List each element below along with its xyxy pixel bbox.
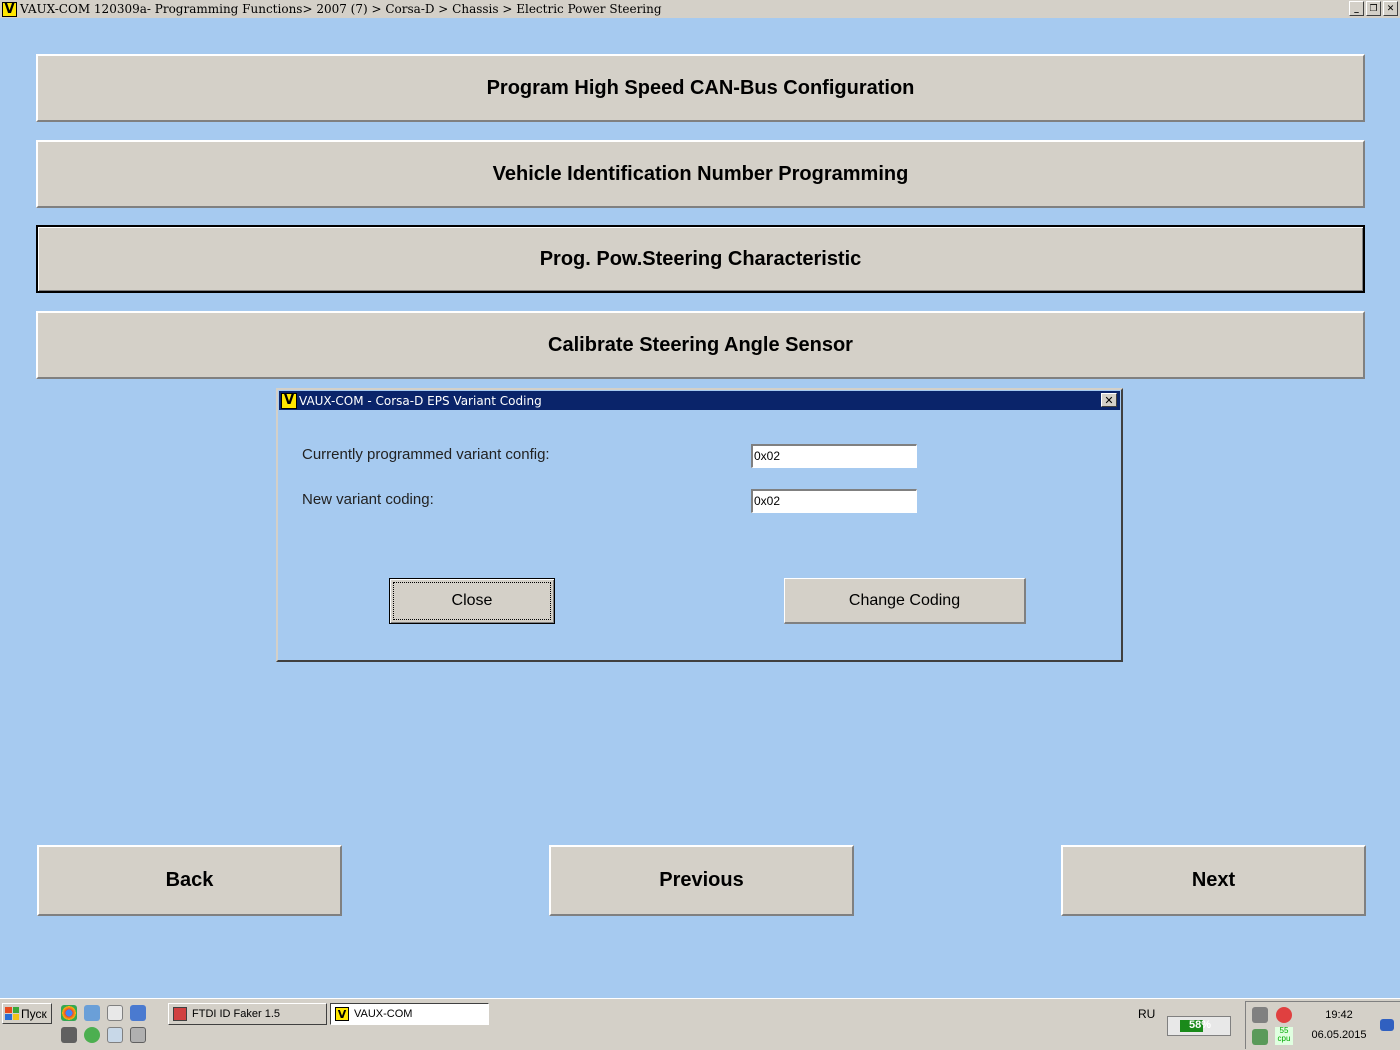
- vauxcom-logo-icon: V: [2, 1, 17, 17]
- cpu-label: cpu: [1277, 1034, 1291, 1043]
- dialog-title-bar[interactable]: V VAUX-COM - Corsa-D EPS Variant Coding …: [279, 391, 1120, 410]
- dialog-close-label: Close: [451, 592, 493, 609]
- show-desktop-icon[interactable]: [1380, 1019, 1394, 1031]
- current-variant-label: Currently programmed variant config:: [302, 446, 550, 463]
- calibrate-steering-angle-button[interactable]: Calibrate Steering Angle Sensor: [36, 311, 1365, 379]
- vauxcom-logo-icon: V: [281, 392, 297, 409]
- network-icon[interactable]: [84, 1005, 100, 1021]
- printer-icon[interactable]: [107, 1005, 123, 1021]
- taskbar: Пуск FTDI ID Faker 1.5 V VAUX-COM RU 58%…: [0, 998, 1400, 1050]
- window-title-bar[interactable]: V VAUX-COM 120309a- Programming Function…: [0, 0, 1400, 18]
- battery-indicator[interactable]: 58%: [1167, 1016, 1231, 1036]
- disk-icon[interactable]: [130, 1027, 146, 1043]
- browser-icon[interactable]: [130, 1005, 146, 1021]
- taskbar-item-label: VAUX-COM: [354, 1008, 413, 1020]
- start-button[interactable]: Пуск: [2, 1003, 52, 1024]
- change-coding-label: Change Coding: [848, 591, 961, 609]
- vauxcom-logo-icon: V: [335, 1007, 349, 1021]
- next-button[interactable]: Next: [1061, 845, 1366, 916]
- minimize-button[interactable]: _: [1349, 1, 1364, 16]
- network-status-icon[interactable]: [1252, 1007, 1268, 1023]
- cpu-meter[interactable]: 55 cpu: [1275, 1027, 1293, 1045]
- windows-logo-icon: [5, 1007, 19, 1020]
- taskbar-item-ftdi[interactable]: FTDI ID Faker 1.5: [168, 1003, 327, 1025]
- taskbar-item-label: FTDI ID Faker 1.5: [192, 1008, 281, 1020]
- change-coding-button[interactable]: Change Coding: [784, 578, 1026, 624]
- chrome-icon[interactable]: [61, 1005, 77, 1021]
- previous-button[interactable]: Previous: [549, 845, 854, 916]
- new-variant-field[interactable]: 0x02: [751, 489, 917, 513]
- new-variant-label: New variant coding:: [302, 491, 434, 508]
- settings-gear-icon[interactable]: [1276, 1007, 1292, 1023]
- power-icon[interactable]: [1252, 1029, 1268, 1045]
- dialog-close-icon[interactable]: ✕: [1101, 393, 1117, 407]
- restore-button[interactable]: ❐: [1366, 1, 1381, 16]
- clock-date[interactable]: 06.05.2015: [1304, 1029, 1374, 1041]
- start-label: Пуск: [21, 1006, 47, 1021]
- battery-label: 58%: [1188, 1019, 1212, 1031]
- power-steering-characteristic-button[interactable]: Prog. Pow.Steering Characteristic: [36, 225, 1365, 293]
- language-indicator[interactable]: RU: [1138, 1007, 1155, 1021]
- utorrent-icon[interactable]: [84, 1027, 100, 1043]
- close-button[interactable]: ✕: [1383, 1, 1398, 16]
- dialog-close-button[interactable]: Close: [389, 578, 555, 624]
- taskbar-item-vauxcom[interactable]: V VAUX-COM: [330, 1003, 489, 1025]
- window-title: VAUX-COM 120309a- Programming Functions>…: [20, 2, 662, 16]
- program-can-bus-button[interactable]: Program High Speed CAN-Bus Configuration: [36, 54, 1365, 122]
- current-variant-field[interactable]: 0x02: [751, 444, 917, 468]
- calculator-icon[interactable]: [107, 1027, 123, 1043]
- dialog-title: VAUX-COM - Corsa-D EPS Variant Coding: [299, 393, 542, 408]
- ftdi-icon: [173, 1007, 187, 1021]
- variant-coding-dialog: V VAUX-COM - Corsa-D EPS Variant Coding …: [276, 388, 1123, 662]
- back-button[interactable]: Back: [37, 845, 342, 916]
- vin-programming-button[interactable]: Vehicle Identification Number Programmin…: [36, 140, 1365, 208]
- window-controls: _ ❐ ✕: [1349, 1, 1398, 16]
- clock-time[interactable]: 19:42: [1310, 1009, 1368, 1021]
- camera-icon[interactable]: [61, 1027, 77, 1043]
